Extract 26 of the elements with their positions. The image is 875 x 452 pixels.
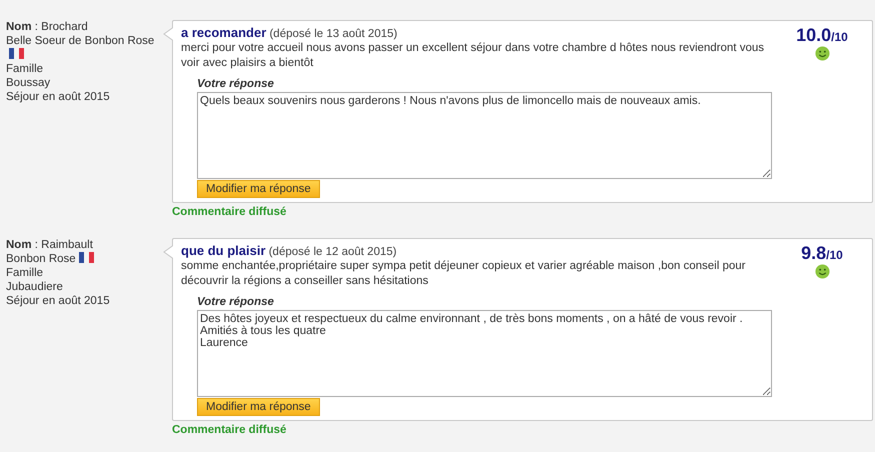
response-field[interactable]: Quels beaux souvenirs nous garderons ! Nous n'avons plus de limoncello mais de nouveaux amis. — [197, 92, 772, 179]
comment-status: Commentaire diffusé — [172, 424, 288, 436]
reviewer-detail: Famille — [6, 63, 44, 75]
reviewer-name: Nom : Brochard — [6, 20, 89, 34]
comment-status: Commentaire diffusé — [172, 206, 288, 218]
score: 10.0/10 — [796, 25, 848, 46]
edit-response-button[interactable]: Modifier ma réponse — [197, 180, 320, 198]
review-heading: que du plaisir (déposé le 12 août 2015) — [181, 243, 398, 258]
review-comment: somme enchantée,propriétaire super sympa petit déjeuner copieux et varier agréable maison ,bon conseil pour découvrir la régions a conseiller sans hésitations — [181, 259, 746, 289]
reviewer-detail: Bonbon Rose — [6, 253, 76, 265]
reviewer-detail: Séjour en août 2015 — [6, 295, 110, 307]
response-field[interactable]: Des hôtes joyeux et respectueux du calme environnant , de très bons moments , on a hâté de vous revoir . Amitiés à tous les quatre Laurence — [197, 310, 772, 397]
reviewer-detail: Boussay — [6, 77, 50, 89]
review-heading: a recomander (déposé le 13 août 2015) — [181, 25, 398, 40]
response-label: Votre réponse — [197, 78, 275, 90]
reviewer-detail: Jubaudiere — [6, 281, 63, 293]
response-label: Votre réponse — [197, 296, 275, 308]
reviewer-detail: Séjour en août 2015 — [6, 91, 110, 103]
review-comment: merci pour votre accueil nous avons passer un excellent séjour dans votre chambre d hôtes nous reviendront vous voir avec plaisirs a bientôt — [181, 41, 765, 71]
smiley-icon — [814, 46, 830, 61]
reviewer-name: Nom : Raimbault — [6, 238, 94, 252]
reviewer-detail: Famille — [6, 267, 44, 279]
smiley-icon — [814, 264, 830, 279]
score: 9.8/10 — [801, 243, 843, 264]
reviewer-detail: Belle Soeur de Bonbon Rose — [6, 35, 154, 47]
edit-response-button[interactable]: Modifier ma réponse — [197, 398, 320, 416]
